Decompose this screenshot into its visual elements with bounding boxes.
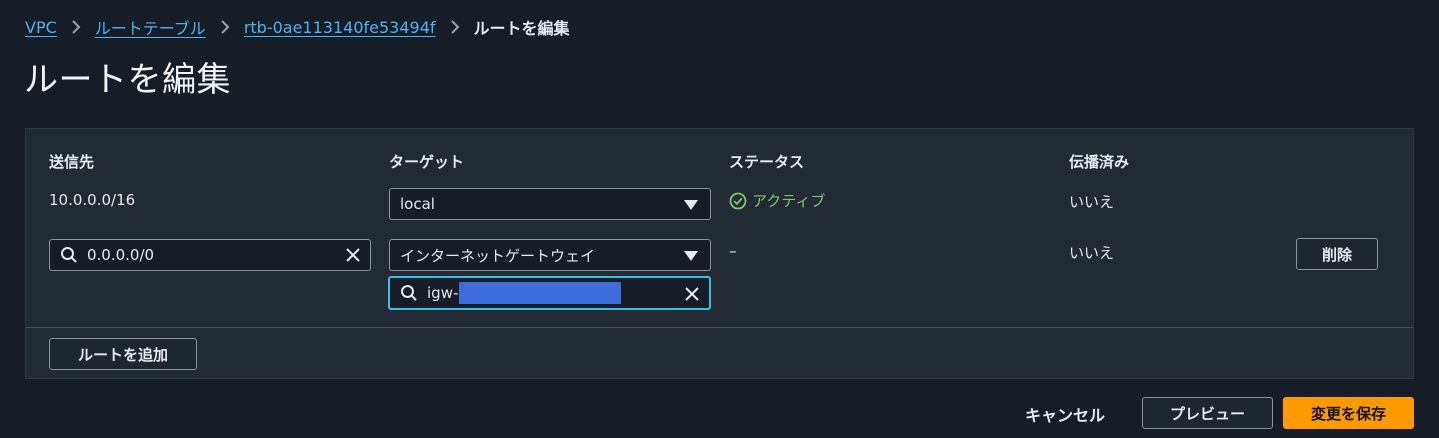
remove-route-button[interactable]: 削除 — [1296, 238, 1378, 270]
add-route-button[interactable]: ルートを追加 — [49, 338, 197, 370]
breadcrumb: VPC ルートテーブル rtb-0ae113140fe53494f ルートを編集 — [25, 15, 570, 39]
breadcrumb-vpc[interactable]: VPC — [25, 18, 57, 37]
search-icon — [400, 284, 418, 302]
row1-target-select[interactable]: local — [389, 188, 711, 220]
breadcrumb-current: ルートを編集 — [473, 19, 570, 38]
clear-icon[interactable] — [345, 247, 361, 263]
preview-button[interactable]: プレビュー — [1142, 397, 1273, 429]
save-changes-button[interactable]: 変更を保存 — [1283, 397, 1414, 429]
redacted-block — [459, 282, 622, 304]
divider — [26, 327, 1413, 328]
search-icon — [60, 246, 78, 264]
header-propagated: 伝播済み — [1069, 153, 1130, 171]
row1-destination: 10.0.0.0/16 — [49, 191, 136, 209]
row2-destination-value: 0.0.0.0/0 — [87, 246, 155, 264]
row2-destination-input[interactable]: 0.0.0.0/0 — [49, 239, 371, 271]
caret-down-icon — [684, 200, 698, 210]
routes-panel: 送信先 ターゲット ステータス 伝播済み 10.0.0.0/16 local ア… — [25, 128, 1414, 379]
row1-propagated: いいえ — [1069, 193, 1115, 211]
row2-target-value: インターネットゲートウェイ — [400, 246, 596, 265]
row1-status-text: アクティブ — [752, 192, 826, 210]
row1-status: アクティブ — [729, 190, 825, 211]
page-title: ルートを編集 — [24, 60, 231, 100]
row2-target-select[interactable]: インターネットゲートウェイ — [389, 239, 711, 271]
row2-propagated: いいえ — [1069, 244, 1115, 262]
chevron-right-icon — [450, 19, 460, 35]
row2-target-search-input[interactable]: igw- — [388, 276, 711, 310]
header-status: ステータス — [729, 153, 805, 171]
header-target: ターゲット — [389, 153, 465, 171]
row2-target-search-value: igw- — [427, 284, 459, 302]
row1-target-value: local — [400, 195, 435, 213]
cancel-button[interactable]: キャンセル — [1025, 402, 1105, 426]
header-destination: 送信先 — [49, 153, 95, 171]
row2-status: – — [729, 242, 737, 260]
check-circle-icon — [729, 192, 747, 210]
breadcrumb-route-tables[interactable]: ルートテーブル — [95, 15, 206, 39]
chevron-right-icon — [220, 19, 230, 35]
chevron-right-icon — [71, 19, 81, 35]
breadcrumb-route-table-id[interactable]: rtb-0ae113140fe53494f — [244, 18, 436, 37]
clear-icon[interactable] — [684, 286, 700, 302]
caret-down-icon — [684, 251, 698, 261]
